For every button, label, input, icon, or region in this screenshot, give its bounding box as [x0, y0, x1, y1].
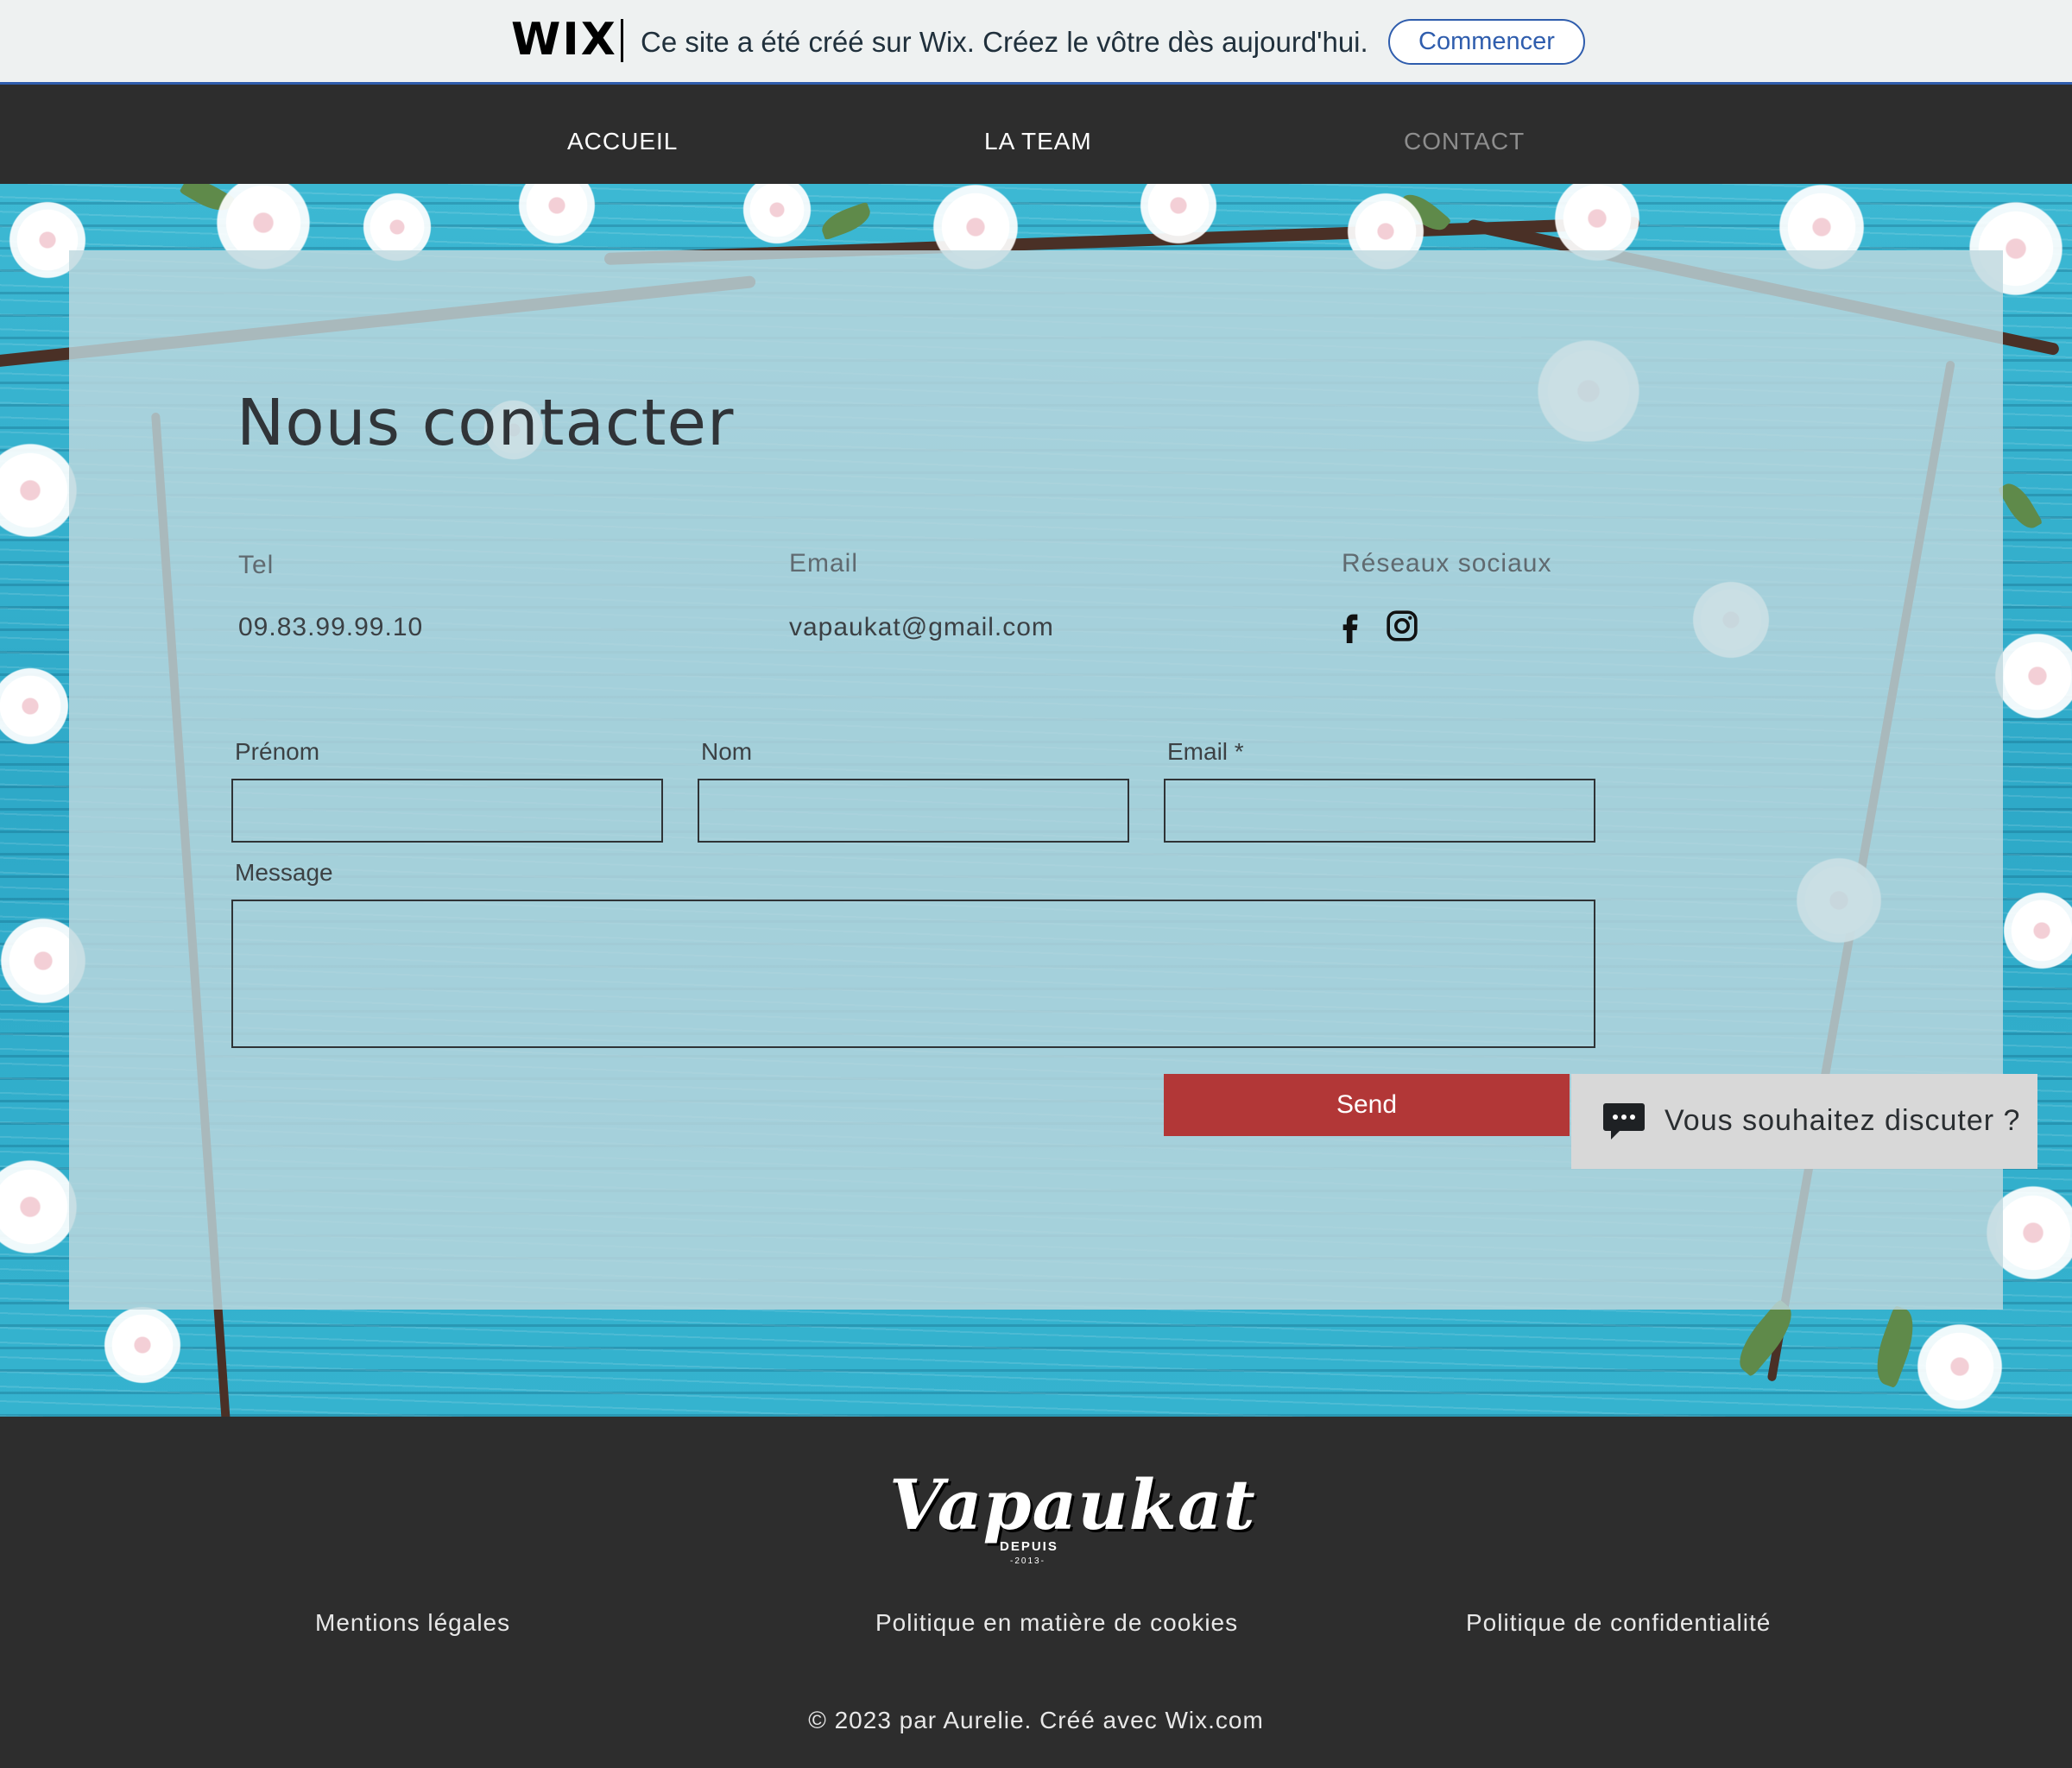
start-button[interactable]: Commencer	[1388, 19, 1585, 65]
vapaukat-logo[interactable]: Vapaukat	[889, 1464, 1256, 1545]
chat-label: Vous souhaitez discuter ?	[1665, 1104, 2021, 1137]
chat-bubble-icon	[1602, 1102, 1646, 1141]
leaf	[818, 201, 875, 241]
nav-item-accueil[interactable]: ACCUEIL	[567, 128, 678, 155]
page-title: Nous contacter	[237, 386, 735, 460]
last-name-label: Nom	[701, 738, 753, 765]
tel-label: Tel	[238, 551, 275, 579]
nav-item-la-team[interactable]: LA TEAM	[984, 128, 1092, 155]
instagram-icon[interactable]	[1385, 608, 1419, 644]
footer-link-cookies[interactable]: Politique en matière de cookies	[875, 1609, 1238, 1637]
message-field[interactable]	[231, 900, 1595, 1048]
banner-message: Ce site a été créé sur Wix. Créez le vôt…	[641, 26, 1368, 58]
wix-promo-banner: WIX Ce site a été créé sur Wix. Créez le…	[0, 0, 2072, 85]
facebook-icon[interactable]	[1333, 608, 1368, 644]
blossom	[0, 1159, 78, 1254]
blossom	[0, 667, 69, 745]
social-label: Réseaux sociaux	[1342, 549, 1552, 578]
blossom	[1994, 633, 2072, 719]
tel-value[interactable]: 09.83.99.99.10	[238, 613, 423, 642]
wix-logo[interactable]: WIX	[511, 14, 617, 66]
email-field[interactable]	[1164, 779, 1595, 843]
blossom	[518, 184, 596, 244]
logo-depuis: DEPUIS	[1000, 1539, 1058, 1554]
blossom	[2003, 892, 2072, 969]
first-name-label: Prénom	[235, 738, 320, 765]
footer-link-privacy[interactable]: Politique de confidentialité	[1466, 1609, 1771, 1637]
chat-widget[interactable]: Vous souhaitez discuter ?	[1571, 1074, 2037, 1169]
blossom	[104, 1306, 181, 1384]
email-info-label: Email	[789, 549, 859, 578]
last-name-field[interactable]	[698, 779, 1129, 843]
logo-year: -2013-	[1010, 1556, 1045, 1566]
copyright: © 2023 par Aurelie. Créé avec Wix.com	[808, 1707, 1264, 1733]
blossom	[0, 443, 78, 538]
first-name-field[interactable]	[231, 779, 663, 843]
message-label: Message	[235, 859, 333, 886]
leaf	[1867, 1304, 1923, 1389]
email-field-label: Email *	[1167, 738, 1244, 765]
blossom	[742, 184, 812, 244]
send-button[interactable]: Send	[1164, 1074, 1570, 1136]
nav-item-contact[interactable]: CONTACT	[1404, 128, 1525, 155]
leaf	[1729, 1298, 1802, 1378]
main-nav: ACCUEIL LA TEAM CONTACT	[0, 87, 2072, 184]
blossom	[1917, 1323, 2003, 1410]
email-info-value[interactable]: vapaukat@gmail.com	[789, 613, 1054, 642]
leaf	[1997, 477, 2044, 534]
footer-link-mentions-legales[interactable]: Mentions légales	[315, 1609, 510, 1637]
banner-divider	[621, 19, 623, 62]
